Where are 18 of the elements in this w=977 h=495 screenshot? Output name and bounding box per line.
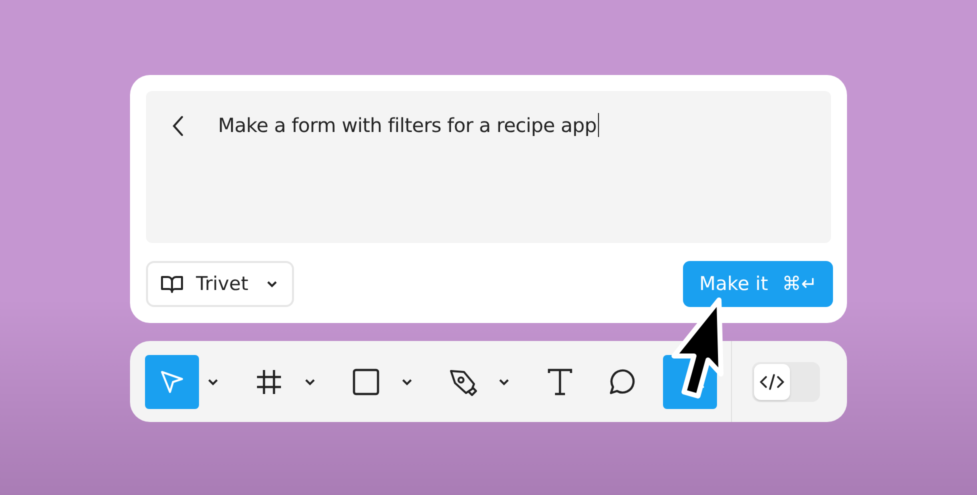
text-cursor [598,113,600,137]
prompt-field[interactable]: Make a form with filters for a recipe app [146,91,831,243]
code-icon [759,374,785,390]
chevron-down-icon[interactable] [207,378,219,386]
square-icon [352,368,380,396]
text-t-icon [546,368,574,396]
speech-bubble-icon [608,368,636,396]
select-tool-button[interactable] [145,354,199,408]
chevron-down-icon [266,280,278,288]
code-toggle[interactable] [752,362,820,402]
book-icon [160,274,184,294]
back-icon[interactable] [172,115,184,137]
chevron-down-icon[interactable] [498,378,510,386]
library-dropdown[interactable]: Trivet [146,261,294,307]
chevron-down-icon[interactable] [401,378,413,386]
hash-icon [255,368,283,396]
chevron-down-icon[interactable] [304,378,316,386]
prompt-text: Make a form with filters for a recipe app [218,113,597,139]
